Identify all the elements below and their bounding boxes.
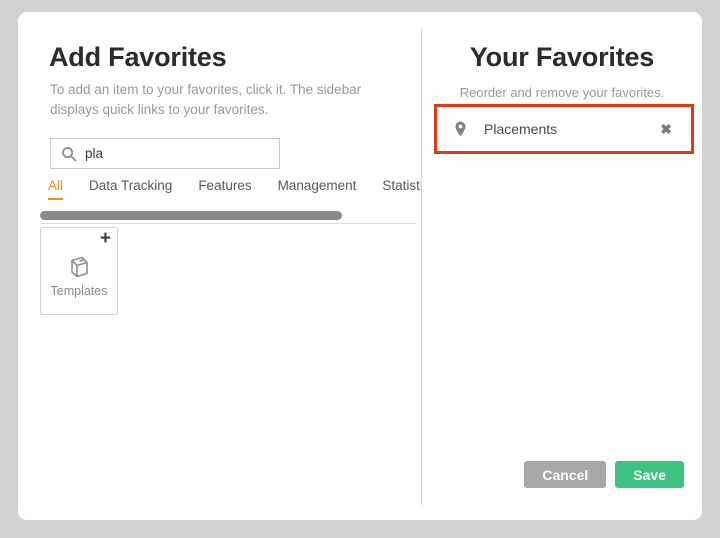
result-item-templates[interactable]: + Templates xyxy=(40,227,118,315)
your-favorites-title: Your Favorites xyxy=(422,42,702,73)
dialog-footer: Cancel Save xyxy=(524,461,684,488)
tab-features[interactable]: Features xyxy=(198,178,251,200)
close-icon[interactable]: ✖ xyxy=(660,122,672,136)
cancel-button[interactable]: Cancel xyxy=(524,461,606,488)
search-input[interactable] xyxy=(85,146,265,161)
favorite-item-placements[interactable]: Placements ✖ xyxy=(434,104,694,154)
tab-management[interactable]: Management xyxy=(278,178,357,200)
scrollbar-thumb[interactable] xyxy=(40,211,342,220)
tab-statistics[interactable]: Statistics xyxy=(382,178,422,200)
plus-icon[interactable]: + xyxy=(100,229,111,248)
result-item-label: Templates xyxy=(41,284,117,298)
favorite-item-label: Placements xyxy=(484,121,660,137)
save-button[interactable]: Save xyxy=(615,461,684,488)
map-pin-icon xyxy=(454,121,467,137)
results-divider xyxy=(40,223,416,224)
your-favorites-description: Reorder and remove your favorites. xyxy=(422,84,702,103)
tabs-horizontal-scrollbar[interactable] xyxy=(40,211,422,220)
add-favorites-panel: Add Favorites To add an item to your fav… xyxy=(18,12,421,520)
book-icon xyxy=(41,254,117,285)
dialog-panels: Add Favorites To add an item to your fav… xyxy=(18,12,702,520)
your-favorites-panel: Your Favorites Reorder and remove your f… xyxy=(422,12,702,520)
tab-all[interactable]: All xyxy=(48,178,63,200)
tab-data-tracking[interactable]: Data Tracking xyxy=(89,178,172,200)
search-icon xyxy=(61,146,77,162)
search-field[interactable] xyxy=(50,138,280,169)
add-favorites-title: Add Favorites xyxy=(49,42,226,73)
favorites-dialog: Add Favorites To add an item to your fav… xyxy=(18,12,702,520)
add-favorites-description: To add an item to your favorites, click … xyxy=(50,80,362,119)
category-tabs[interactable]: All Data Tracking Features Management St… xyxy=(48,178,422,202)
